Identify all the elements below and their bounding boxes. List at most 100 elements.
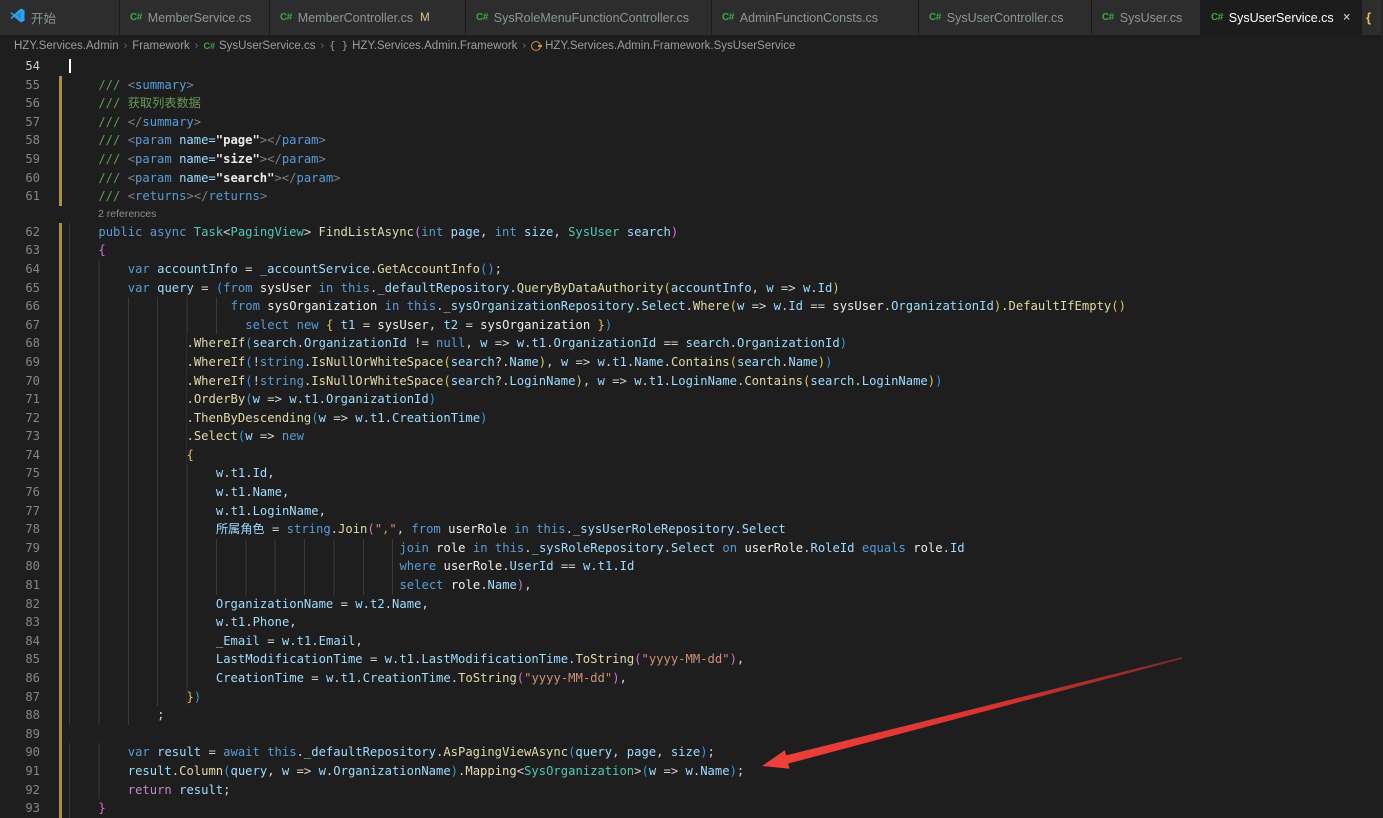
code-line[interactable]: 80where userRole.UserId == w.t1.Id (0, 557, 1383, 576)
code-line[interactable]: 59 /// <param name="size"></param> (0, 150, 1383, 169)
code-line-text: var accountInfo = _accountService.GetAcc… (69, 260, 502, 279)
breadcrumb-item-label: HZY.Services.Admin.Framework (352, 40, 517, 52)
indent-guides (69, 334, 187, 353)
code-line[interactable]: 86CreationTime = w.t1.CreationTime.ToStr… (0, 669, 1383, 688)
tab-[interactable]: { (1362, 0, 1383, 35)
tab-label: SysUserService.cs (1229, 11, 1334, 25)
tab-close-icon[interactable]: × (1343, 10, 1351, 25)
indent-guides (69, 483, 216, 502)
git-modified-marker (59, 187, 62, 206)
line-number: 57 (0, 113, 40, 132)
code-line-text: /// <returns></returns> (69, 187, 267, 206)
line-number: 59 (0, 150, 40, 169)
code-line[interactable]: 62public async Task<PagingView> FindList… (0, 223, 1383, 242)
tab-sysuser.cs[interactable]: C#SysUser.cs (1092, 0, 1201, 35)
breadcrumb-item[interactable]: C#SysUserService.cs (203, 40, 315, 52)
git-modified-marker (59, 781, 62, 800)
code-line-text: .WhereIf(!string.IsNullOrWhiteSpace(sear… (69, 353, 832, 372)
code-line[interactable]: 56 /// 获取列表数据 (0, 94, 1383, 113)
tab-membercontroller.cs[interactable]: C#MemberController.csM (270, 0, 466, 35)
code-line[interactable]: 89 (0, 725, 1383, 744)
breadcrumb-item[interactable]: { }HZY.Services.Admin.Framework (329, 40, 517, 52)
git-modified-marker (59, 113, 62, 132)
git-modified-marker (59, 260, 62, 279)
code-line[interactable]: 68.WhereIf(search.OrganizationId != null… (0, 334, 1383, 353)
code-line[interactable]: 60 /// <param name="search"></param> (0, 169, 1383, 188)
tab-sysuserservice.cs[interactable]: C#SysUserService.cs× (1201, 0, 1362, 35)
line-number: 76 (0, 483, 40, 502)
indent-guides (69, 223, 98, 242)
indent-guides (69, 297, 231, 316)
indent-guides (69, 520, 216, 539)
line-number: 77 (0, 502, 40, 521)
git-modified-marker (59, 223, 62, 242)
code-line[interactable]: 58 /// <param name="page"></param> (0, 131, 1383, 150)
indent-guides (69, 279, 128, 298)
tab-memberservice.cs[interactable]: C#MemberService.cs (120, 0, 270, 35)
code-line[interactable]: 75w.t1.Id, (0, 464, 1383, 483)
code-line[interactable]: 91result.Column(query, w => w.Organizati… (0, 762, 1383, 781)
code-line[interactable]: 66from sysOrganization in this._sysOrgan… (0, 297, 1383, 316)
csharp-file-icon: C# (203, 41, 215, 51)
csharp-file-icon: C# (722, 12, 734, 23)
code-line-text: { (69, 446, 194, 465)
code-line[interactable]: 79join role in this._sysRoleRepository.S… (0, 539, 1383, 558)
code-line[interactable]: 88; (0, 706, 1383, 725)
code-line[interactable]: 78所属角色 = string.Join(",", from userRole … (0, 520, 1383, 539)
code-line[interactable]: 84_Email = w.t1.Email, (0, 632, 1383, 651)
code-line[interactable]: 77w.t1.LoginName, (0, 502, 1383, 521)
code-line[interactable]: 73.Select(w => new (0, 427, 1383, 446)
code-line[interactable]: 61 /// <returns></returns> (0, 187, 1383, 206)
code-line-text: /// <summary> (69, 76, 194, 95)
line-number: 64 (0, 260, 40, 279)
code-line[interactable]: 81select role.Name), (0, 576, 1383, 595)
code-line[interactable]: 67select new { t1 = sysUser, t2 = sysOrg… (0, 316, 1383, 335)
code-editor[interactable]: 5455 /// <summary>56 /// 获取列表数据57 /// </… (0, 57, 1383, 818)
breadcrumb-item[interactable]: HZY.Services.Admin (14, 40, 119, 52)
codelens-row: 2 references (0, 206, 1383, 223)
tab-modified-badge: M (420, 12, 430, 24)
code-line[interactable]: 57 /// </summary> (0, 113, 1383, 132)
git-modified-marker (59, 427, 62, 446)
csharp-file-icon: C# (130, 12, 142, 23)
tab-sysusercontroller.cs[interactable]: C#SysUserController.cs (919, 0, 1092, 35)
git-modified-marker (59, 762, 62, 781)
code-line-text: from sysOrganization in this._sysOrganiz… (69, 297, 1126, 316)
tab-adminfunctionconsts.cs[interactable]: C#AdminFunctionConsts.cs (712, 0, 919, 35)
indent-guides (69, 613, 216, 632)
line-number: 65 (0, 279, 40, 298)
code-line[interactable]: 87}) (0, 688, 1383, 707)
code-line[interactable]: 64 var accountInfo = _accountService.GetA… (0, 260, 1383, 279)
code-line[interactable]: 71.OrderBy(w => w.t1.OrganizationId) (0, 390, 1383, 409)
code-line[interactable]: 70.WhereIf(!string.IsNullOrWhiteSpace(se… (0, 372, 1383, 391)
git-modified-marker (59, 669, 62, 688)
code-line[interactable]: 54 (0, 57, 1383, 76)
code-line[interactable]: 76w.t1.Name, (0, 483, 1383, 502)
code-line[interactable]: 69.WhereIf(!string.IsNullOrWhiteSpace(se… (0, 353, 1383, 372)
breadcrumb-item[interactable]: HZY.Services.Admin.Framework.SysUserServ… (531, 40, 795, 52)
code-line[interactable]: 55 /// <summary> (0, 76, 1383, 95)
code-line[interactable]: 82OrganizationName = w.t2.Name, (0, 595, 1383, 614)
tab-开始[interactable]: 开始 (0, 0, 120, 35)
tab-sysrolemenufunctioncontroller.cs[interactable]: C#SysRoleMenuFunctionController.cs (466, 0, 712, 35)
git-modified-marker (59, 706, 62, 725)
code-line[interactable]: 90var result = await this._defaultReposi… (0, 743, 1383, 762)
code-line[interactable]: 65var query = (from sysUser in this._def… (0, 279, 1383, 298)
indent-guides (69, 781, 128, 800)
codelens-references[interactable]: 2 references (98, 206, 156, 223)
code-line-text: result.Column(query, w => w.Organization… (69, 762, 744, 781)
code-line[interactable]: 92return result; (0, 781, 1383, 800)
breadcrumb-item[interactable]: Framework (132, 40, 190, 52)
code-line[interactable]: 74{ (0, 446, 1383, 465)
git-modified-marker (59, 241, 62, 260)
code-line[interactable]: 85LastModificationTime = w.t1.LastModifi… (0, 650, 1383, 669)
indent-guides (69, 241, 98, 260)
code-line[interactable]: 93} (0, 799, 1383, 818)
code-line[interactable]: 63{ (0, 241, 1383, 260)
indent-guides (69, 539, 399, 558)
code-line[interactable]: 83w.t1.Phone, (0, 613, 1383, 632)
code-line[interactable]: 72.ThenByDescending(w => w.t1.CreationTi… (0, 409, 1383, 428)
code-line-text: .Select(w => new (69, 427, 304, 446)
indent-guides (69, 372, 187, 391)
line-number: 62 (0, 223, 40, 242)
